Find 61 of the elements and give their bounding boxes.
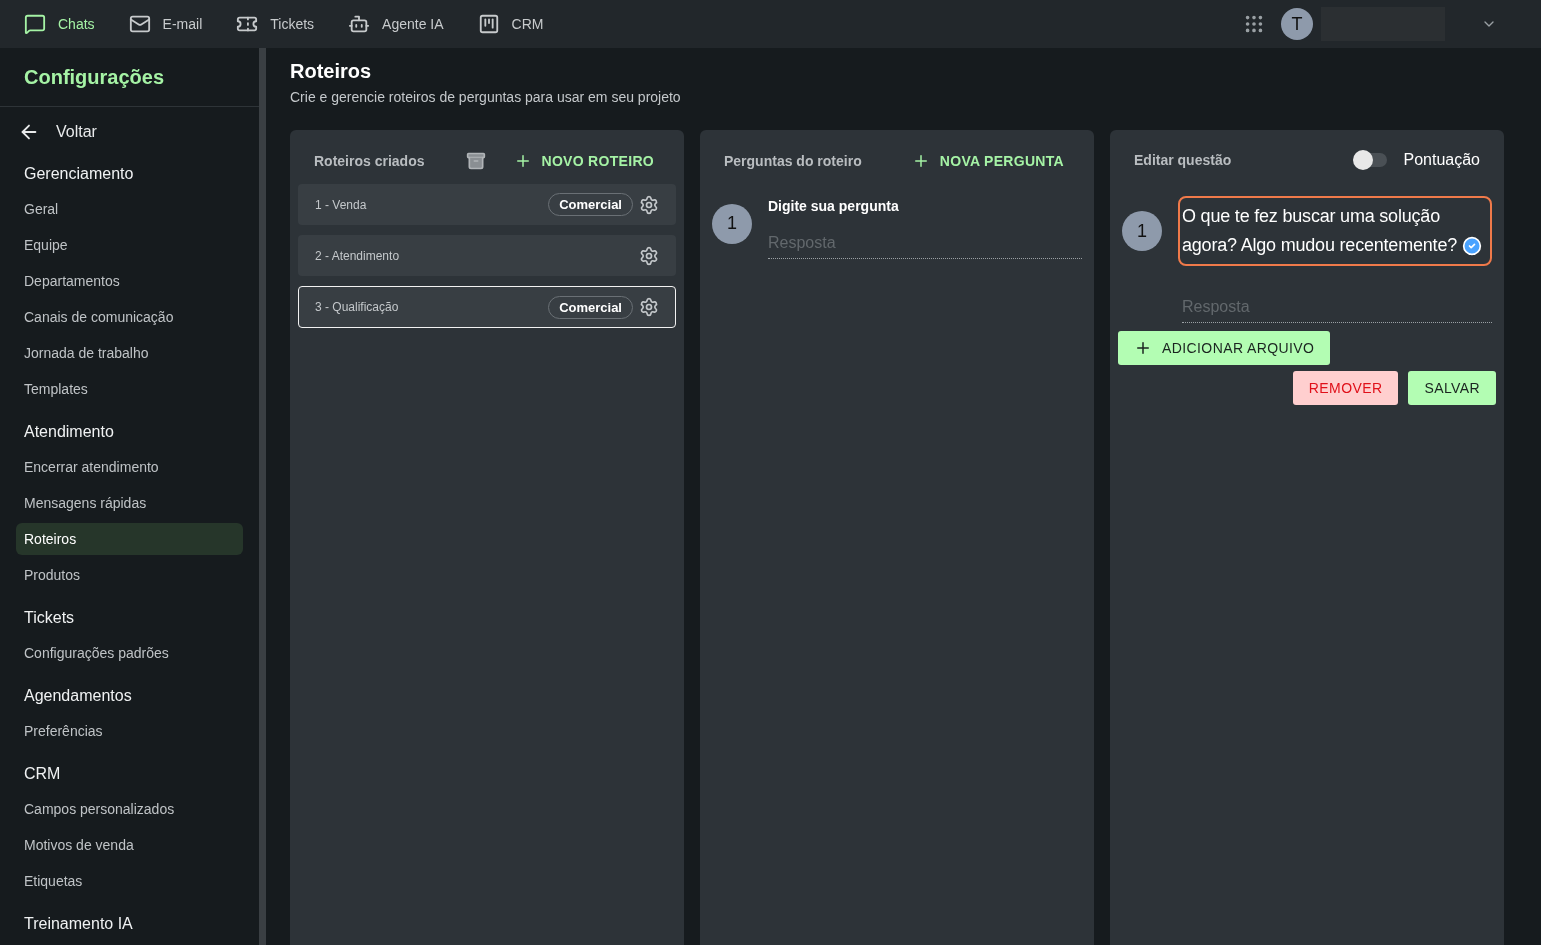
settings-icon[interactable] (639, 297, 659, 317)
script-card[interactable]: 1 - Venda Comercial (298, 184, 676, 225)
sidebar-item[interactable]: Templates (16, 373, 243, 405)
robot-icon (348, 13, 371, 35)
toggle-label: Pontuação (1403, 151, 1480, 169)
nav-tab[interactable]: E-mail (128, 13, 203, 35)
back-link[interactable]: Voltar (0, 107, 259, 149)
nav-tab[interactable]: CRM (477, 13, 544, 35)
panel-title: Roteiros criados (314, 153, 426, 169)
section-heading: Gerenciamento (23, 164, 135, 184)
panel-title: Perguntas do roteiro (724, 153, 863, 169)
page-title: Roteiros (290, 60, 373, 83)
script-name: 1 - Venda (315, 197, 368, 212)
sidebar-item[interactable]: Encerrar atendimento (16, 451, 243, 483)
plus-icon (1134, 339, 1152, 357)
remove-button[interactable]: REMOVER (1292, 371, 1399, 405)
section-heading: Agendamentos (23, 686, 133, 706)
script-name: 2 - Atendimento (315, 248, 401, 263)
section-heading: Treinamento IA (23, 914, 134, 934)
check-icon[interactable] (1462, 236, 1482, 256)
script-name: 3 - Qualificação (315, 300, 400, 314)
script-card[interactable]: 2 - Atendimento (298, 235, 676, 276)
sidebar-item[interactable]: Campos personalizados (16, 793, 243, 825)
envelope-icon (128, 13, 151, 35)
archive-icon[interactable] (465, 151, 486, 171)
page-subtitle: Crie e gerencie roteiros de perguntas para usar em seu projeto (290, 89, 682, 105)
sidebar-item[interactable]: Mensagens rápidas (16, 487, 243, 519)
question-number: 1 (712, 203, 752, 244)
apps-grid-icon[interactable] (1243, 13, 1265, 35)
sidebar-item[interactable]: Geral (16, 193, 243, 225)
section-heading: CRM (23, 764, 62, 784)
section-heading: Tickets (23, 608, 76, 628)
user-avatar[interactable]: T (1281, 8, 1313, 40)
sidebar-item[interactable]: Configurações padrões (16, 637, 243, 669)
add-file-button[interactable]: ADICIONAR ARQUIVO (1118, 331, 1331, 365)
sidebar-title: Configurações (0, 48, 259, 107)
question-number: 1 (1122, 211, 1162, 251)
sidebar-item[interactable]: Canais de comunicação (16, 301, 243, 333)
sidebar-item[interactable]: Equipe (16, 229, 243, 261)
sidebar-item[interactable]: Produtos (16, 559, 243, 591)
sidebar-item[interactable]: Jornada de trabalho (16, 337, 243, 369)
sidebar-item[interactable]: Etiquetas (16, 865, 243, 897)
question-input[interactable]: O que te fez buscar uma solução agora? Algo mudou recentemente? (1178, 196, 1492, 266)
settings-icon[interactable] (639, 194, 659, 215)
sidebar-item[interactable]: Roteiros (16, 523, 243, 555)
nav-tab[interactable]: Chats (24, 13, 95, 35)
section-heading: Atendimento (23, 422, 115, 442)
settings-icon[interactable] (639, 245, 659, 266)
panel-title: Editar questão (1134, 152, 1233, 168)
nav-tab[interactable]: Agente IA (348, 13, 444, 35)
toggle-switch[interactable] (1355, 153, 1388, 167)
new-question-button[interactable]: NOVA PERGUNTA (905, 151, 1070, 171)
question-text[interactable]: Digite sua pergunta (768, 188, 1082, 228)
new-script-button[interactable]: NOVO ROTEIRO (507, 151, 660, 171)
save-button[interactable]: SALVAR (1408, 371, 1496, 405)
sidebar-item[interactable]: Motivos de venda (16, 829, 243, 861)
nav-tab[interactable]: Tickets (236, 13, 315, 35)
sidebar-item[interactable]: Preferências (16, 715, 243, 747)
sidebar-item[interactable]: Departamentos (16, 265, 243, 297)
board-icon (477, 13, 500, 35)
script-card[interactable]: 3 - Qualificação Comercial (298, 286, 676, 328)
